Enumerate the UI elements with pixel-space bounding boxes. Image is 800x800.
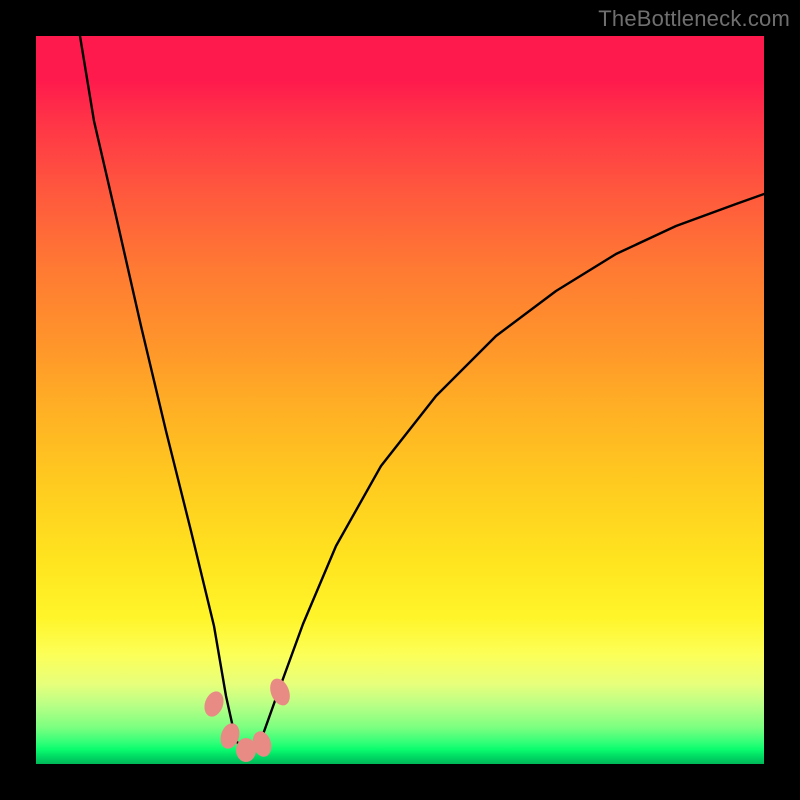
- bottleneck-curve: [80, 36, 764, 753]
- curve-marker: [266, 676, 293, 709]
- plot-area: [36, 36, 764, 764]
- watermark-text: TheBottleneck.com: [598, 6, 790, 32]
- outer-frame: TheBottleneck.com: [0, 0, 800, 800]
- curve-marker: [201, 689, 227, 720]
- marker-group: [201, 676, 293, 762]
- bottleneck-curve-svg: [36, 36, 764, 764]
